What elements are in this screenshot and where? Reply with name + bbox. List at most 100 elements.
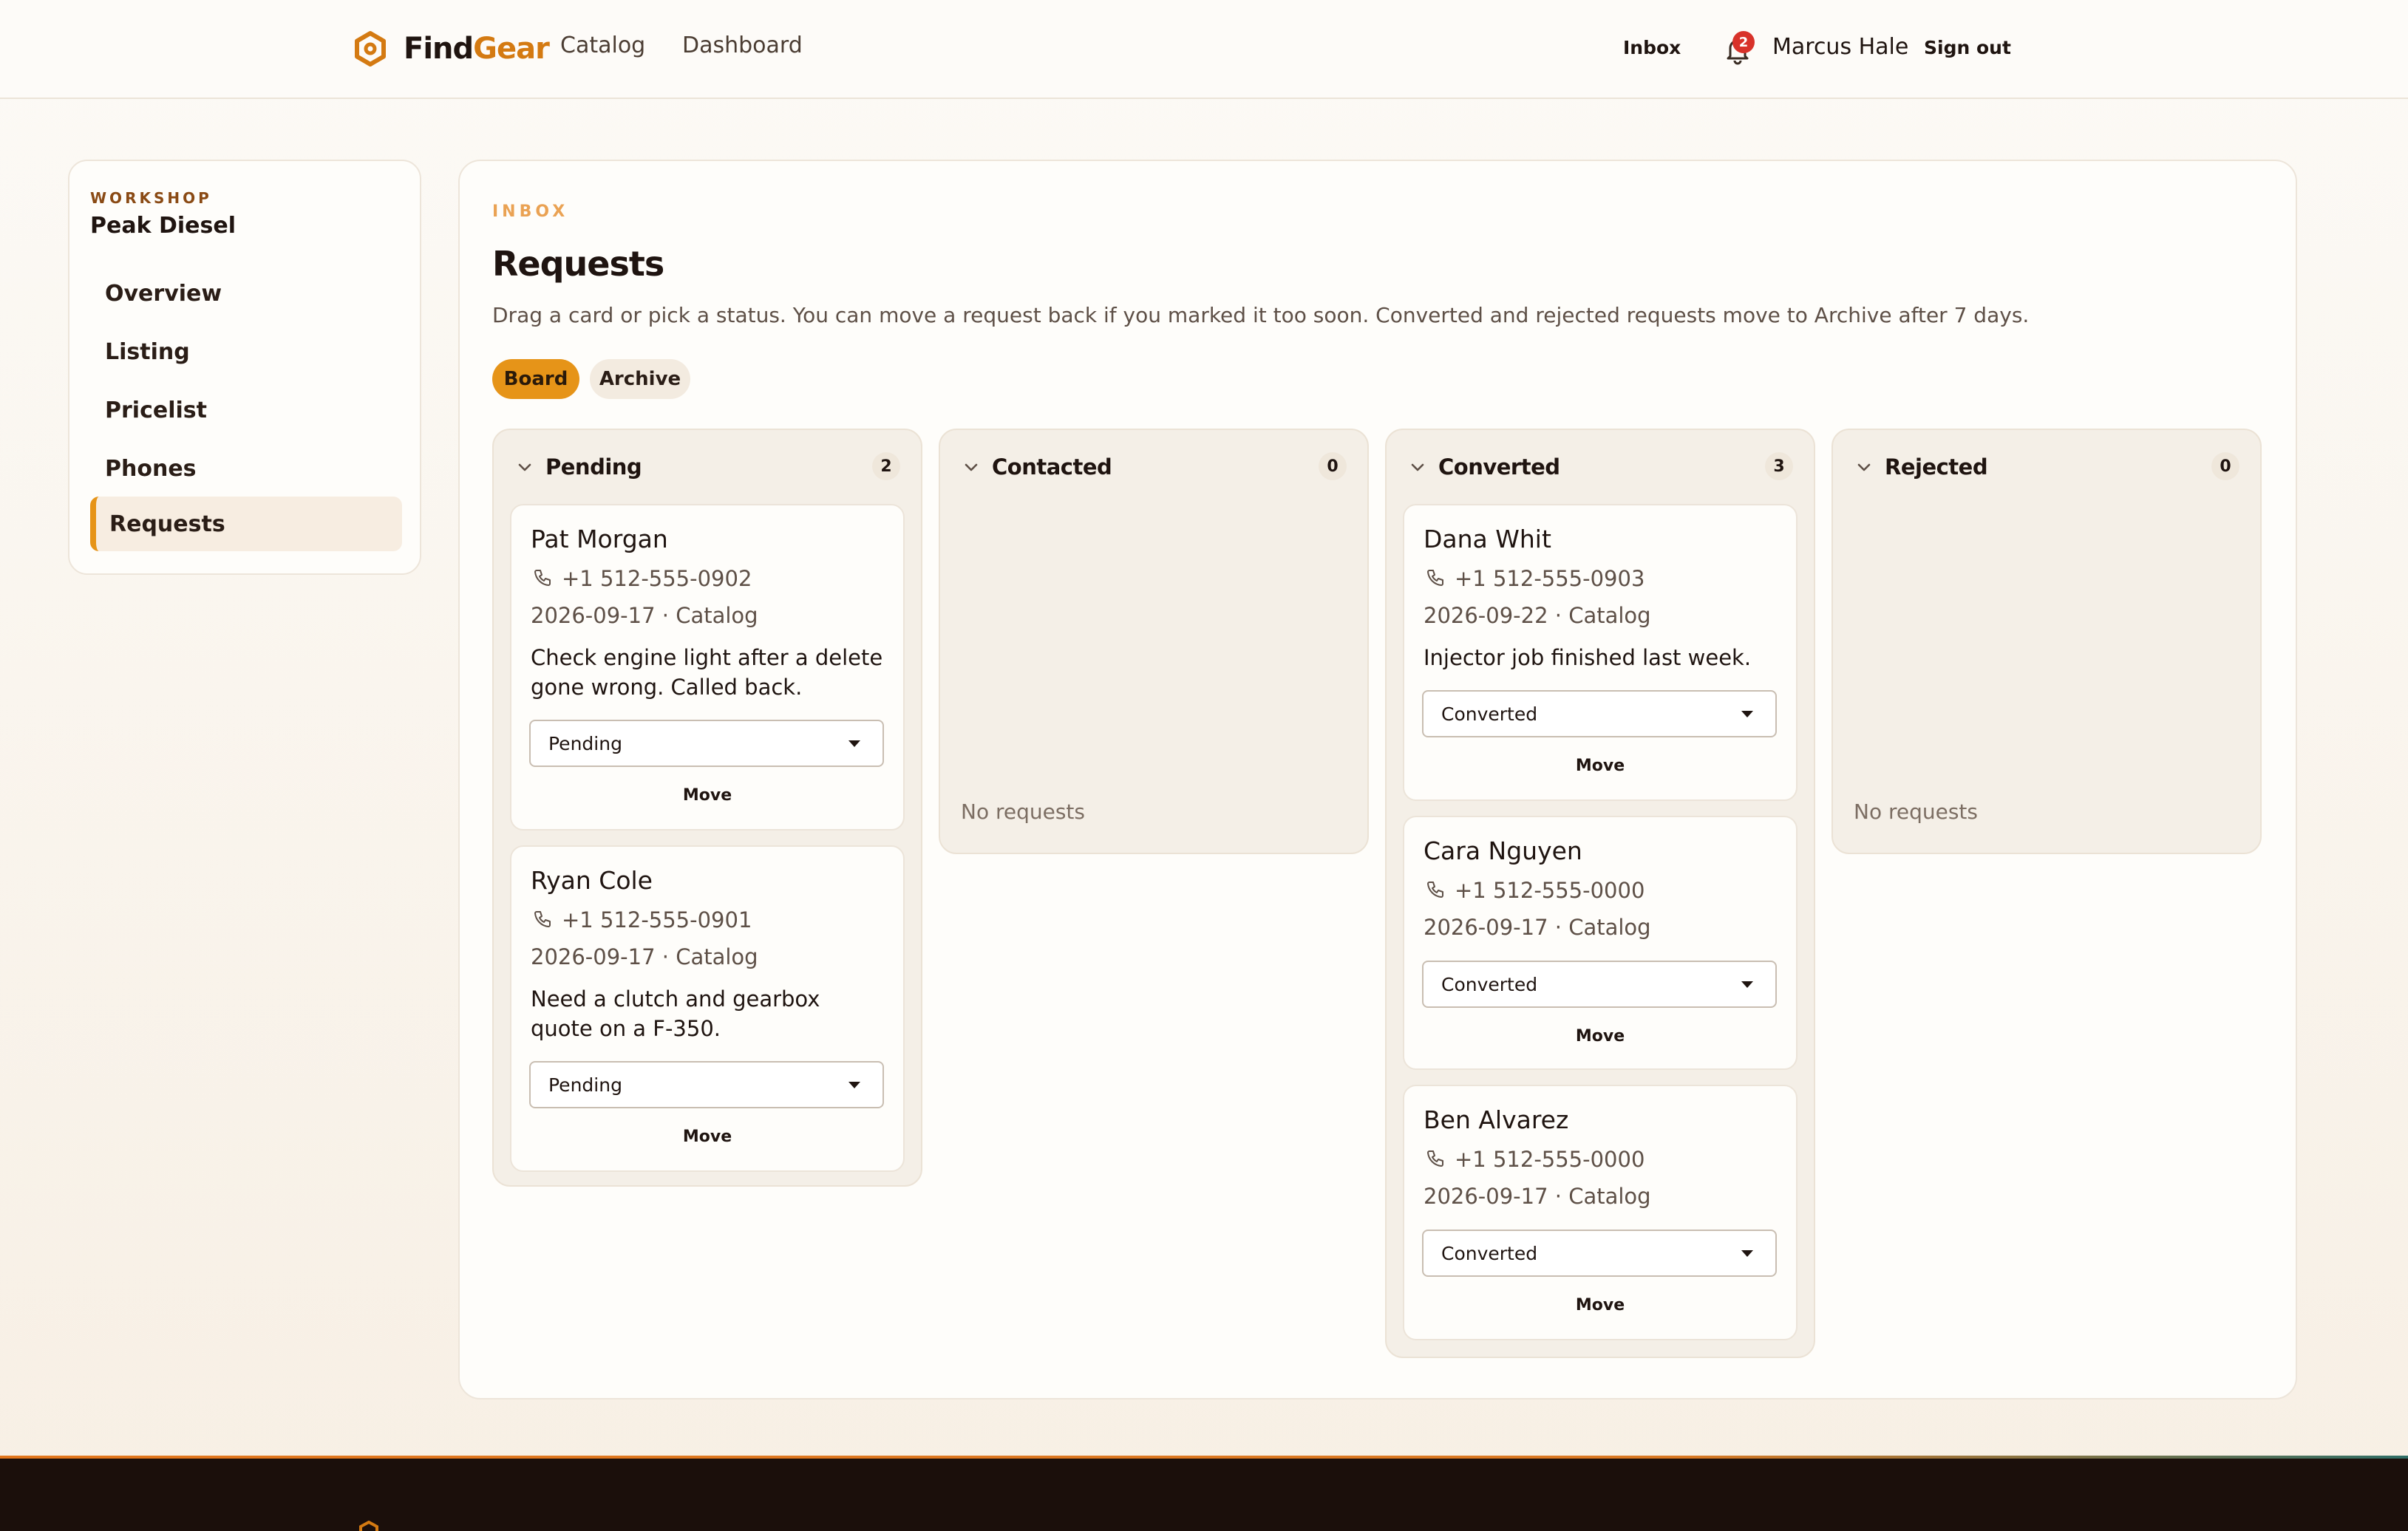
- column-contacted: Contacted 0 No requests: [939, 429, 1369, 854]
- column-count: 2: [872, 452, 900, 480]
- column-header[interactable]: Pending 2: [514, 452, 900, 482]
- requester-phone[interactable]: +1 512-555-0000: [1424, 1147, 1645, 1172]
- request-card[interactable]: Cara Nguyen +1 512-555-0000 2026-09-17 ·…: [1403, 816, 1798, 1070]
- requests-panel: INBOX Requests Drag a card or pick a sta…: [458, 160, 2297, 1399]
- column-count: 0: [2211, 452, 2239, 480]
- status-select-value: Converted: [1441, 973, 1538, 995]
- empty-state: No requests: [961, 799, 1085, 824]
- hexagon-logo-icon: [352, 30, 389, 67]
- requester-name: Cara Nguyen: [1424, 836, 1582, 865]
- phone-number: +1 512-555-0000: [1455, 878, 1645, 903]
- caret-down-icon: [1741, 1250, 1753, 1257]
- move-button[interactable]: Move: [1404, 1027, 1796, 1046]
- status-select-value: Pending: [548, 732, 622, 754]
- request-note: Check engine light after a delete gone w…: [531, 645, 883, 700]
- move-button[interactable]: Move: [1404, 757, 1796, 775]
- requester-name: Dana Whit: [1424, 525, 1551, 553]
- nav-catalog-link[interactable]: Catalog: [560, 33, 645, 58]
- request-meta: 2026-09-17 · Catalog: [531, 603, 758, 628]
- requester-phone[interactable]: +1 512-555-0902: [531, 566, 752, 591]
- sidebar-item-pricelist[interactable]: Pricelist: [90, 383, 402, 437]
- column-count: 0: [1319, 452, 1347, 480]
- brand-name-find: Find: [404, 32, 474, 66]
- request-card[interactable]: Dana Whit +1 512-555-0903 2026-09-22 · C…: [1403, 504, 1798, 801]
- column-rejected: Rejected 0 No requests: [1831, 429, 2262, 854]
- chevron-down-icon[interactable]: [514, 457, 535, 477]
- phone-icon: [534, 911, 551, 927]
- request-meta: 2026-09-22 · Catalog: [1424, 603, 1651, 628]
- chevron-down-icon[interactable]: [1854, 457, 1874, 477]
- status-select[interactable]: Pending: [529, 1061, 884, 1108]
- column-header[interactable]: Contacted 0: [961, 452, 1347, 482]
- chevron-down-icon[interactable]: [961, 457, 982, 477]
- caret-down-icon: [848, 1082, 860, 1088]
- hexagon-logo-icon: [358, 1520, 380, 1531]
- status-select-value: Pending: [548, 1074, 622, 1096]
- request-meta: 2026-09-17 · Catalog: [531, 944, 758, 969]
- request-card[interactable]: Ryan Cole +1 512-555-0901 2026-09-17 · C…: [510, 845, 905, 1172]
- phone-icon: [1427, 882, 1443, 898]
- caret-down-icon: [1741, 981, 1753, 988]
- chevron-down-icon[interactable]: [1407, 457, 1428, 477]
- status-select[interactable]: Converted: [1422, 961, 1777, 1008]
- move-button[interactable]: Move: [1404, 1296, 1796, 1315]
- phone-number: +1 512-555-0901: [562, 907, 752, 932]
- sidebar-item-listing[interactable]: Listing: [90, 324, 402, 379]
- status-select-value: Converted: [1441, 1242, 1538, 1264]
- move-button[interactable]: Move: [511, 786, 903, 805]
- column-pending: Pending 2 Pat Morgan +1 512-555-0902 202…: [492, 429, 922, 1187]
- notification-badge: 2: [1732, 31, 1755, 53]
- user-name[interactable]: Marcus Hale: [1772, 34, 1908, 60]
- requester-phone[interactable]: +1 512-555-0903: [1424, 566, 1645, 591]
- workshop-name: Peak Diesel: [90, 213, 236, 239]
- request-card[interactable]: Pat Morgan +1 512-555-0902 2026-09-17 · …: [510, 504, 905, 831]
- page-title: Requests: [492, 244, 664, 284]
- tab-board[interactable]: Board: [492, 359, 579, 399]
- request-note: Need a clutch and gearbox quote on a F-3…: [531, 986, 820, 1041]
- status-select-value: Converted: [1441, 703, 1538, 725]
- brand-name: FindGear: [404, 32, 550, 66]
- sidebar-kicker: WORKSHOP: [90, 189, 212, 207]
- request-meta: 2026-09-17 · Catalog: [1424, 1184, 1651, 1209]
- column-count: 3: [1765, 452, 1793, 480]
- phone-icon: [1427, 1150, 1443, 1167]
- requester-phone[interactable]: +1 512-555-0000: [1424, 878, 1645, 903]
- sidebar-item-phones[interactable]: Phones: [90, 441, 402, 496]
- workshop-sidebar: WORKSHOP Peak Diesel Overview Listing Pr…: [68, 160, 421, 575]
- nav-dashboard-link[interactable]: Dashboard: [682, 33, 803, 58]
- caret-down-icon: [1741, 711, 1753, 717]
- brand-name-gear: Gear: [473, 32, 550, 66]
- requester-phone[interactable]: +1 512-555-0901: [531, 907, 752, 932]
- move-button[interactable]: Move: [511, 1128, 903, 1146]
- column-header[interactable]: Converted 3: [1407, 452, 1793, 482]
- requester-name: Pat Morgan: [531, 525, 668, 553]
- caret-down-icon: [848, 740, 860, 747]
- empty-state: No requests: [1854, 799, 1978, 824]
- page-description: Drag a card or pick a status. You can mo…: [492, 303, 2030, 327]
- section-kicker: INBOX: [492, 202, 569, 221]
- phone-number: +1 512-555-0000: [1455, 1147, 1645, 1172]
- tab-archive[interactable]: Archive: [590, 359, 690, 399]
- phone-icon: [1427, 570, 1443, 586]
- request-card[interactable]: Ben Alvarez +1 512-555-0000 2026-09-17 ·…: [1403, 1085, 1798, 1340]
- status-select[interactable]: Pending: [529, 720, 884, 767]
- inbox-link[interactable]: Inbox: [1623, 37, 1681, 58]
- requester-name: Ryan Cole: [531, 866, 653, 895]
- requester-name: Ben Alvarez: [1424, 1105, 1569, 1134]
- signout-button[interactable]: Sign out: [1924, 37, 2011, 58]
- column-title: Pending: [545, 454, 642, 480]
- column-converted: Converted 3 Dana Whit +1 512-555-0903 20…: [1385, 429, 1815, 1358]
- column-title: Contacted: [992, 454, 1112, 480]
- request-meta: 2026-09-17 · Catalog: [1424, 915, 1651, 940]
- column-header[interactable]: Rejected 0: [1854, 452, 2239, 482]
- column-title: Converted: [1438, 454, 1560, 480]
- sidebar-item-overview[interactable]: Overview: [90, 266, 402, 321]
- column-title: Rejected: [1885, 454, 1988, 480]
- phone-number: +1 512-555-0903: [1455, 566, 1645, 591]
- status-select[interactable]: Converted: [1422, 690, 1777, 737]
- brand-logo-link[interactable]: FindGear: [352, 28, 550, 69]
- status-select[interactable]: Converted: [1422, 1230, 1777, 1277]
- phone-icon: [534, 570, 551, 586]
- sidebar-item-requests[interactable]: Requests: [90, 497, 402, 551]
- phone-number: +1 512-555-0902: [562, 566, 752, 591]
